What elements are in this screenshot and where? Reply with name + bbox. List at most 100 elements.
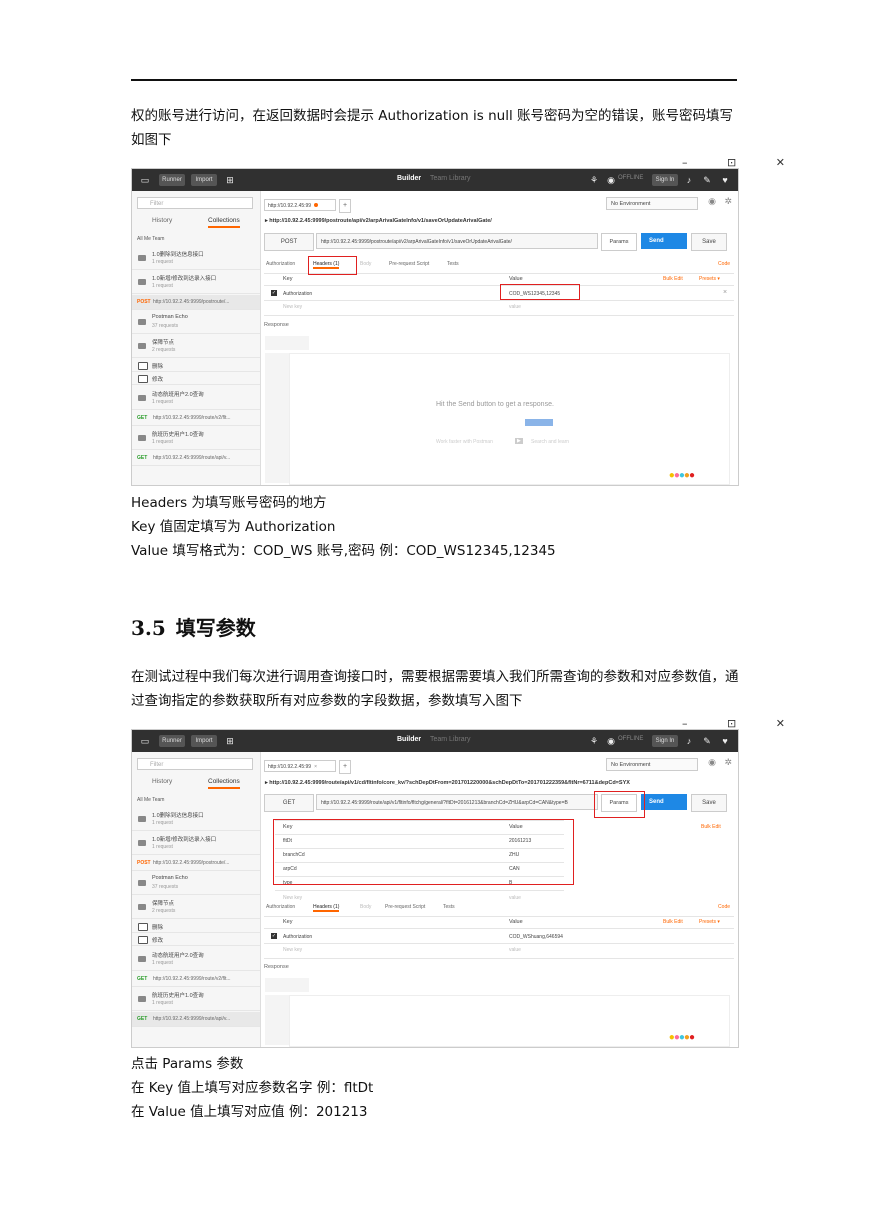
team-library-tab[interactable]: Team Library xyxy=(430,175,470,182)
tab-collections[interactable]: Collections xyxy=(208,217,240,228)
list-item[interactable]: 1.0删除到达信息接口 1 request xyxy=(132,808,260,831)
list-item[interactable]: POST http://10.92.2.45:9999/postroute/... xyxy=(132,295,260,310)
tab-history[interactable]: History xyxy=(152,778,172,785)
new-tab-icon[interactable]: ⊞ xyxy=(223,173,237,187)
import-button[interactable]: Import xyxy=(191,735,217,747)
close-tab-icon[interactable]: × xyxy=(314,764,317,770)
tab-history[interactable]: History xyxy=(152,217,172,224)
tab-authorization[interactable]: Authorization xyxy=(266,904,295,910)
send-button[interactable]: Send xyxy=(641,794,687,810)
list-item[interactable]: 1.0新增/修改到达录入接口 1 request xyxy=(132,271,260,294)
url-input[interactable]: http://10.92.2.45:9999/route/api/v1/flti… xyxy=(316,794,598,810)
list-item[interactable]: 动态航班用户2.0查询 1 request xyxy=(132,948,260,971)
wrench-icon[interactable]: ✎ xyxy=(700,734,714,748)
builder-tab[interactable]: Builder xyxy=(397,736,421,743)
list-item[interactable]: 航班历史用户1.0查询 1 request xyxy=(132,427,260,450)
method-select[interactable]: GET xyxy=(264,794,314,812)
owner-filter[interactable]: All Me Team xyxy=(137,797,164,803)
list-item[interactable]: GET http://10.92.2.45:9999/route/v2/flt..… xyxy=(132,972,260,987)
list-item[interactable]: GET http://10.92.2.45:9999/route/v2/flt..… xyxy=(132,411,260,426)
tab-tests[interactable]: Tests xyxy=(443,904,455,910)
save-button[interactable]: Save xyxy=(691,794,727,812)
code-link[interactable]: Code xyxy=(718,904,730,910)
import-button[interactable]: Import xyxy=(191,174,217,186)
url-input[interactable]: http://10.92.2.45:9999/postroute/api/v2/… xyxy=(316,233,598,249)
new-value-input[interactable]: value xyxy=(509,304,521,310)
save-button[interactable]: Save xyxy=(691,233,727,251)
sign-in-button[interactable]: Sign In xyxy=(652,735,678,747)
tab-tests[interactable]: Tests xyxy=(447,261,459,267)
request-tab[interactable]: http://10.92.2.45:99 × xyxy=(264,760,336,772)
builder-tab[interactable]: Builder xyxy=(397,175,421,182)
header-key-cell[interactable]: Authorization xyxy=(283,291,312,297)
list-item[interactable]: Postman Echo 37 requests xyxy=(132,311,260,334)
send-button[interactable]: Send xyxy=(641,233,687,249)
sidebar-toggle-icon[interactable]: ▭ xyxy=(138,173,152,187)
new-tab-icon[interactable]: ⊞ xyxy=(223,734,237,748)
add-tab-button[interactable]: + xyxy=(339,760,351,774)
tab-authorization[interactable]: Authorization xyxy=(266,261,295,267)
header-enabled-checkbox[interactable]: ✓ xyxy=(271,290,277,296)
list-item[interactable]: 保障节点 2 requests xyxy=(132,896,260,919)
sidebar-toggle-icon[interactable]: ▭ xyxy=(138,734,152,748)
header-enabled-checkbox[interactable]: ✓ xyxy=(271,933,277,939)
tab-prerequest[interactable]: Pre-request Script xyxy=(389,261,429,267)
bell-icon[interactable]: ♪ xyxy=(682,173,696,187)
list-item[interactable]: 删除 xyxy=(132,359,260,372)
request-tab[interactable]: http://10.92.2.45:99 xyxy=(264,199,336,211)
gear-icon[interactable]: ✲ xyxy=(724,196,732,207)
filter-input[interactable]: Filter xyxy=(137,758,253,770)
tab-collections[interactable]: Collections xyxy=(208,778,240,789)
tab-prerequest[interactable]: Pre-request Script xyxy=(385,904,425,910)
header-key-cell[interactable]: Authorization xyxy=(283,934,312,940)
tab-headers[interactable]: Headers (1) xyxy=(313,904,340,912)
list-item[interactable]: 1.0删除到达信息接口 1 request xyxy=(132,247,260,270)
new-key-input[interactable]: New key xyxy=(283,947,302,953)
list-item[interactable]: 删除 xyxy=(132,920,260,933)
bell-icon[interactable]: ♪ xyxy=(682,734,696,748)
presets-dropdown[interactable]: Presets ▾ xyxy=(699,276,720,282)
header-value-cell[interactable]: COD_WShuang,646594 xyxy=(509,934,563,940)
team-library-tab[interactable]: Team Library xyxy=(430,736,470,743)
environment-select[interactable]: No Environment xyxy=(606,197,698,210)
list-item[interactable]: 修改 xyxy=(132,933,260,946)
list-item[interactable]: GET http://10.92.2.45:9999/route/api/v... xyxy=(132,451,260,466)
sync-icon[interactable]: ⚘ xyxy=(587,173,601,187)
new-value-input[interactable]: value xyxy=(509,895,521,901)
code-link[interactable]: Code xyxy=(718,261,730,267)
remove-header-icon[interactable]: × xyxy=(723,289,727,296)
environment-select[interactable]: No Environment xyxy=(606,758,698,771)
new-key-input[interactable]: New key xyxy=(283,304,302,310)
sync-icon[interactable]: ⚘ xyxy=(587,734,601,748)
list-item[interactable]: 航班历史用户1.0查询 1 request xyxy=(132,988,260,1011)
new-value-input[interactable]: value xyxy=(509,947,521,953)
params-button[interactable]: Params xyxy=(601,233,637,251)
add-tab-button[interactable]: + xyxy=(339,199,351,213)
list-item[interactable]: GET http://10.92.2.45:9999/route/api/v... xyxy=(132,1012,260,1027)
runner-button[interactable]: Runner xyxy=(159,174,185,186)
owner-filter[interactable]: All Me Team xyxy=(137,236,164,242)
list-item[interactable]: 1.0新增/修改到达录入接口 1 request xyxy=(132,832,260,855)
list-item[interactable]: 动态航班用户2.0查询 1 request xyxy=(132,387,260,410)
presets-dropdown[interactable]: Presets ▾ xyxy=(699,919,720,925)
new-key-input[interactable]: New key xyxy=(283,895,302,901)
bulk-edit-link[interactable]: Bulk Edit xyxy=(701,824,721,830)
bulk-edit-link[interactable]: Bulk Edit xyxy=(663,276,683,282)
heart-icon[interactable]: ♥ xyxy=(718,173,732,187)
list-item[interactable]: 保障节点 2 requests xyxy=(132,335,260,358)
eye-icon[interactable]: ◉ xyxy=(708,757,716,768)
tab-body[interactable]: Body xyxy=(360,904,371,910)
eye-icon[interactable]: ◉ xyxy=(708,196,716,207)
list-item[interactable]: Postman Echo 37 requests xyxy=(132,872,260,895)
sign-in-button[interactable]: Sign In xyxy=(652,174,678,186)
method-select[interactable]: POST xyxy=(264,233,314,251)
gear-icon[interactable]: ✲ xyxy=(724,757,732,768)
tab-body[interactable]: Body xyxy=(360,261,371,267)
list-item[interactable]: 修改 xyxy=(132,372,260,385)
wrench-icon[interactable]: ✎ xyxy=(700,173,714,187)
filter-input[interactable]: Filter xyxy=(137,197,253,209)
list-item[interactable]: POST http://10.92.2.45:9999/postroute/... xyxy=(132,856,260,871)
bulk-edit-link[interactable]: Bulk Edit xyxy=(663,919,683,925)
heart-icon[interactable]: ♥ xyxy=(718,734,732,748)
runner-button[interactable]: Runner xyxy=(159,735,185,747)
